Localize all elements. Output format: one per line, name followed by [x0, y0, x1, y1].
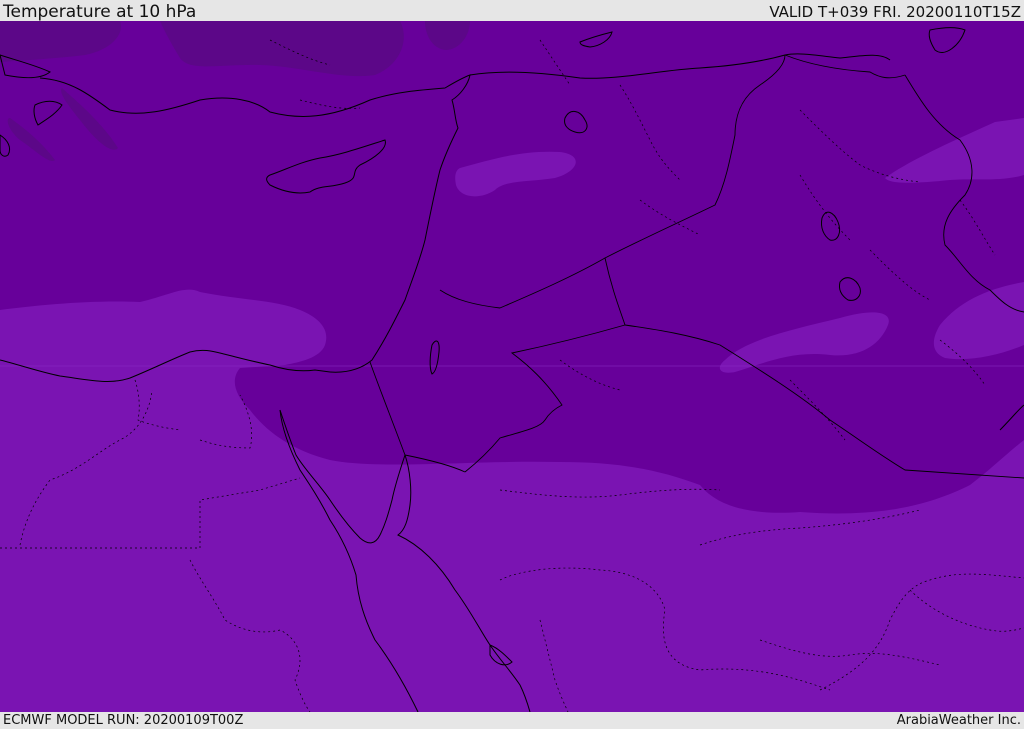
model-run-label: ECMWF MODEL RUN: 20200109T00Z — [3, 713, 244, 728]
map-canvas — [0, 21, 1024, 712]
footer-bar: ECMWF MODEL RUN: 20200109T00Z ArabiaWeat… — [0, 712, 1024, 729]
credit-label: ArabiaWeather Inc. — [896, 713, 1021, 728]
valid-time: VALID T+039 FRI. 20200110T15Z — [769, 3, 1021, 21]
weather-map[interactable] — [0, 21, 1024, 712]
header-bar: Temperature at 10 hPa VALID T+039 FRI. 2… — [0, 0, 1024, 21]
map-title: Temperature at 10 hPa — [3, 2, 197, 22]
